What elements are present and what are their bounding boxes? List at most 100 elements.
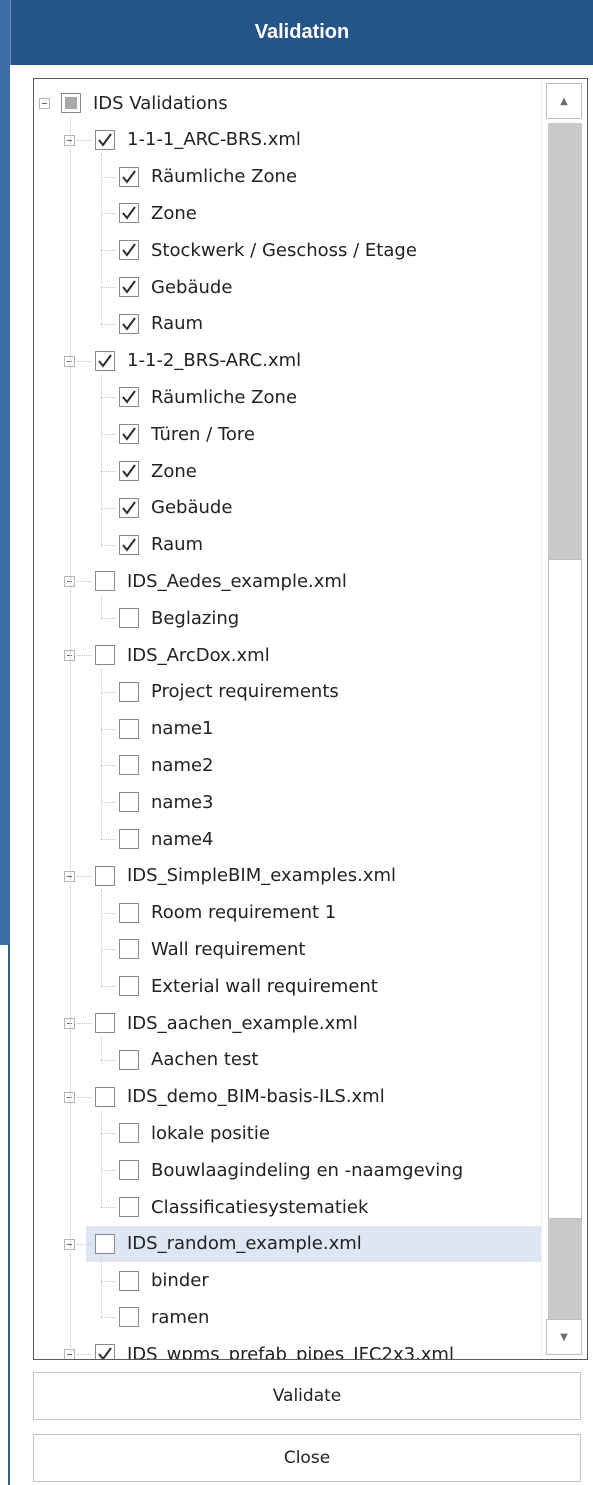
scroll-track-lower[interactable] bbox=[548, 1219, 582, 1319]
tree-connector-vertical bbox=[101, 669, 102, 839]
validation-tree[interactable]: IDS Validations 1-1-1_ARC-BRS.xml Räumlich… bbox=[34, 79, 541, 1359]
checkbox[interactable] bbox=[119, 902, 139, 923]
checkbox[interactable] bbox=[95, 571, 115, 592]
checkbox[interactable] bbox=[119, 461, 139, 481]
checkbox[interactable] bbox=[119, 1307, 139, 1328]
checkbox[interactable] bbox=[95, 1344, 115, 1359]
tree-node-item[interactable]: binder bbox=[119, 1263, 209, 1299]
checkbox[interactable] bbox=[119, 1123, 139, 1144]
scroll-track-upper[interactable] bbox=[548, 123, 582, 559]
tree-connector-horizontal bbox=[77, 1023, 91, 1024]
checkbox[interactable] bbox=[119, 534, 139, 555]
checkbox[interactable] bbox=[119, 424, 139, 445]
tree-node-label: Exterial wall requirement bbox=[151, 975, 378, 997]
tree-node-item[interactable]: name3 bbox=[119, 784, 214, 820]
tree-connector-horizontal bbox=[77, 1096, 91, 1098]
tree-node-file[interactable]: IDS_Aedes_example.xml bbox=[95, 563, 347, 599]
tree-node-file[interactable]: IDS_wpms_prefab_pipes_IFC2x3.xml bbox=[95, 1336, 454, 1359]
validate-button[interactable]: Validate bbox=[33, 1372, 581, 1420]
tree-node-item[interactable]: Zone bbox=[119, 453, 197, 489]
tree-node-label: binder bbox=[151, 1270, 209, 1292]
dialog-title-bar[interactable]: Validation bbox=[10, 0, 593, 65]
tree-connector-horizontal bbox=[101, 802, 115, 804]
tree-node-item[interactable]: name1 bbox=[119, 711, 214, 747]
checkbox[interactable] bbox=[119, 829, 139, 849]
checkbox[interactable] bbox=[95, 865, 115, 886]
tree-node-item[interactable]: Zone bbox=[119, 195, 197, 231]
checkbox[interactable] bbox=[61, 93, 81, 113]
checkbox[interactable] bbox=[119, 1270, 139, 1291]
scroll-down-button[interactable]: ▼ bbox=[546, 1319, 582, 1355]
checkbox[interactable] bbox=[119, 755, 139, 776]
checkbox[interactable] bbox=[119, 313, 139, 334]
tree-node-item[interactable]: Räumliche Zone bbox=[119, 379, 297, 415]
tree-node-file[interactable]: IDS_aachen_example.xml bbox=[95, 1005, 358, 1041]
tree-node-item[interactable]: Stockwerk / Geschoss / Etage bbox=[119, 232, 417, 268]
tree-node-item[interactable]: Gebäude bbox=[119, 490, 232, 526]
checkbox[interactable] bbox=[119, 1197, 139, 1217]
tree-node-label: Räumliche Zone bbox=[151, 386, 298, 408]
tree-connector-horizontal bbox=[101, 323, 115, 325]
checkbox[interactable] bbox=[95, 129, 115, 150]
tree-node-label: lokale positie bbox=[151, 1122, 270, 1144]
checkbox[interactable] bbox=[119, 939, 139, 960]
tree-node-item[interactable]: lokale positie bbox=[119, 1115, 270, 1151]
checkbox[interactable] bbox=[119, 240, 139, 261]
tree-node-file[interactable]: 1-1-2_BRS-ARC.xml bbox=[95, 343, 301, 379]
tree-connector-vertical bbox=[101, 889, 102, 987]
checkbox[interactable] bbox=[119, 387, 139, 408]
tree-node-item[interactable]: Classificatiesystematiek bbox=[119, 1189, 368, 1225]
checkbox[interactable] bbox=[119, 277, 139, 297]
checkbox[interactable] bbox=[119, 1049, 139, 1070]
tree-node-item[interactable]: Project requirements bbox=[119, 674, 339, 710]
checkbox[interactable] bbox=[95, 1086, 115, 1107]
tree-connector-vertical bbox=[70, 117, 71, 1355]
checkbox[interactable] bbox=[119, 1160, 139, 1181]
tree-node-item[interactable]: Türen / Tore bbox=[119, 416, 255, 452]
checkbox[interactable] bbox=[119, 681, 139, 702]
tree-node-item[interactable]: Raum bbox=[119, 527, 203, 563]
tree-node-label: name2 bbox=[151, 754, 214, 776]
vertical-scrollbar[interactable]: ▲ ▼ bbox=[541, 79, 587, 1359]
tree-node-item[interactable]: name4 bbox=[119, 821, 214, 857]
collapse-toggle-icon[interactable] bbox=[39, 98, 50, 109]
tree-root-ids-validations[interactable]: IDS Validations bbox=[61, 85, 228, 121]
tree-node-file[interactable]: 1-1-1_ARC-BRS.xml bbox=[95, 122, 301, 158]
tree-node-item[interactable]: Aachen test bbox=[119, 1042, 258, 1078]
checkbox[interactable] bbox=[119, 608, 139, 629]
checkbox[interactable] bbox=[119, 976, 139, 997]
tree-node-label: Türen / Tore bbox=[151, 423, 255, 445]
checkbox[interactable] bbox=[95, 645, 115, 665]
checkbox[interactable] bbox=[119, 718, 139, 739]
checkbox[interactable] bbox=[95, 350, 115, 371]
tree-node-item[interactable]: Wall requirement bbox=[119, 931, 305, 967]
tree-node-file[interactable]: IDS_random_example.xml bbox=[86, 1225, 541, 1262]
checkbox[interactable] bbox=[119, 497, 139, 518]
scroll-thumb[interactable] bbox=[548, 559, 582, 1219]
tree-connector-horizontal bbox=[77, 139, 91, 141]
scroll-up-button[interactable]: ▲ bbox=[546, 83, 582, 119]
tree-node-file[interactable]: IDS_demo_BIM-basis-ILS.xml bbox=[95, 1079, 385, 1115]
tree-node-item[interactable]: Beglazing bbox=[119, 600, 239, 636]
close-button[interactable]: Close bbox=[33, 1434, 581, 1482]
checkbox[interactable] bbox=[119, 166, 139, 187]
tree-node-item[interactable]: Gebäude bbox=[119, 269, 232, 305]
tree-node-label: Classificatiesystematiek bbox=[151, 1196, 369, 1218]
tree-node-item[interactable]: Exterial wall requirement bbox=[119, 968, 378, 1004]
checkbox[interactable] bbox=[119, 203, 139, 224]
tree-node-file[interactable]: IDS_SimpleBIM_examples.xml bbox=[95, 858, 396, 894]
tree-node-label: Zone bbox=[151, 460, 197, 482]
checkbox[interactable] bbox=[119, 792, 139, 813]
tree-node-item[interactable]: Räumliche Zone bbox=[119, 159, 297, 195]
validation-tree-panel[interactable]: IDS Validations 1-1-1_ARC-BRS.xml Räumlich… bbox=[33, 78, 588, 1360]
tree-node-item[interactable]: name2 bbox=[119, 747, 214, 783]
tree-node-item[interactable]: Room requirement 1 bbox=[119, 895, 336, 931]
checkbox[interactable] bbox=[95, 1013, 115, 1033]
tree-connector-horizontal bbox=[101, 912, 115, 914]
tree-node-item[interactable]: ramen bbox=[119, 1299, 209, 1335]
tree-node-file[interactable]: IDS_ArcDox.xml bbox=[95, 637, 270, 673]
checkbox[interactable] bbox=[95, 1233, 115, 1254]
tree-node-item[interactable]: Bouwlaagindeling en -naamgeving bbox=[119, 1152, 463, 1188]
tree-node-item[interactable]: Raum bbox=[119, 306, 203, 342]
tree-node-label: IDS Validations bbox=[93, 92, 228, 114]
